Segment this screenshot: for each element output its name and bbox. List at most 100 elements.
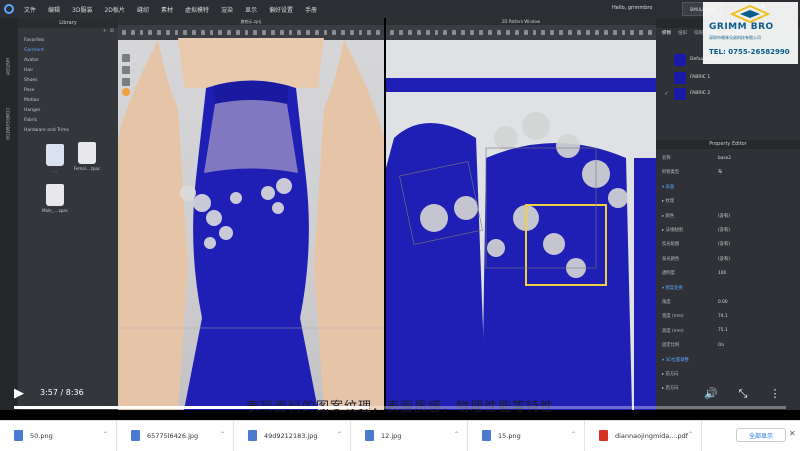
property-editor-title: Property Editor [656, 140, 800, 149]
library-item[interactable]: Favorites [18, 36, 118, 46]
download-item[interactable]: 15.png ⌃ [468, 420, 585, 451]
chevron-up-icon[interactable]: ⌃ [571, 431, 576, 438]
library-thumb-female[interactable]: Femal....zpac [74, 142, 100, 172]
fabric-item-1[interactable]: FABRIC 1 [690, 75, 710, 80]
history-tab[interactable]: HISTORY [5, 58, 10, 75]
library-title: Library [18, 18, 118, 28]
menu-preferences[interactable]: 偏好设置 [263, 5, 299, 14]
property-row[interactable]: ▸ 前方向 [662, 370, 794, 378]
download-item[interactable]: 50.png ⌃ [0, 420, 117, 451]
library-item[interactable]: Avatar [18, 56, 118, 66]
library-item[interactable]: Motion [18, 96, 118, 106]
logo-mark-icon [730, 4, 770, 24]
library-item[interactable]: Shoes [18, 76, 118, 86]
pdf-file-icon [599, 430, 608, 441]
play-icon: ▶ [14, 386, 24, 401]
download-filename: diannaojingmida....pdf [615, 431, 689, 440]
library-list: Favorites Garment Avatar Hair Shoes Pose Motio… [18, 36, 118, 136]
property-value: On [718, 342, 725, 348]
image-file-icon [14, 430, 23, 441]
play-button[interactable]: ▶ [14, 386, 32, 402]
property-row[interactable]: 名称 base2 [662, 154, 794, 162]
library-item[interactable]: Garment [18, 46, 118, 56]
menu-materials[interactable]: 素材 [155, 5, 179, 14]
property-row[interactable]: ▾ 图案变换 [662, 284, 794, 292]
library-item[interactable]: Hanger [18, 106, 118, 116]
property-key: ▾ 3D位置调整 [662, 357, 689, 363]
property-key: 发光颜色 [662, 256, 680, 262]
property-row[interactable]: 高度 (mm) 75.1 [662, 327, 794, 335]
menu-display[interactable]: 显示 [239, 5, 263, 14]
menu-2d-pattern[interactable]: 2D板片 [98, 5, 130, 14]
property-row[interactable]: ▸ 法线贴图 (没有) [662, 226, 794, 234]
fabric-item-2[interactable]: FABRIC 2 [690, 91, 710, 96]
download-item[interactable]: 65775l6426.jpg ⌃ [117, 420, 234, 451]
menu-edit[interactable]: 编辑 [42, 5, 66, 14]
menu-3d-garment[interactable]: 3D服装 [66, 5, 98, 14]
chevron-up-icon[interactable]: ⌃ [337, 431, 342, 438]
download-items: 50.png ⌃ 65775l6426.jpg ⌃ 49d9212183.jpg ⌃ 12.… [0, 420, 702, 451]
menu-manual[interactable]: 手册 [299, 5, 323, 14]
library-panel: Library + ⊞ Favorites Garment Avatar Hair Sh… [18, 18, 118, 410]
property-row[interactable]: 固定比例 On [662, 341, 794, 349]
configurator-tab[interactable]: CONFIGURATOR [5, 108, 10, 140]
property-key: 反光贴图 [662, 242, 680, 248]
chevron-up-icon[interactable]: ⌃ [688, 431, 693, 438]
tab-fabric[interactable]: 织物 [662, 30, 671, 36]
close-download-bar-icon[interactable]: ✕ [789, 429, 796, 438]
property-value: 100 [718, 270, 727, 276]
property-row[interactable]: ▾ 3D位置调整 [662, 356, 794, 364]
property-row[interactable]: ▸ 纹理 [662, 197, 794, 205]
property-row[interactable]: 宽度 (mm) 74.1 [662, 312, 794, 320]
property-row[interactable]: 角度 0.00 [662, 298, 794, 306]
menu-sewing[interactable]: 缝纫 [131, 5, 155, 14]
library-thumb-male[interactable]: Male_....zpac [42, 184, 68, 214]
chevron-up-icon[interactable]: ⌃ [103, 431, 108, 438]
library-item[interactable]: Fabric [18, 116, 118, 126]
download-item[interactable]: 12.jpg ⌃ [351, 420, 468, 451]
property-row[interactable]: 反光贴图 (没有) [662, 240, 794, 248]
fabric-swatch[interactable] [674, 72, 686, 84]
library-item[interactable]: Hardware and Trims [18, 126, 118, 136]
property-row[interactable]: ▸ 颜色 (没有) [662, 212, 794, 220]
download-item[interactable]: 49d9212183.jpg ⌃ [234, 420, 351, 451]
chevron-up-icon[interactable]: ⌃ [454, 431, 459, 438]
property-row[interactable]: 织物类型 布 [662, 168, 794, 176]
property-row[interactable]: 发光颜色 (没有) [662, 255, 794, 263]
fullscreen-button[interactable]: ⤡ [735, 386, 751, 402]
volume-button[interactable]: 🔊 [703, 386, 719, 402]
menu-render[interactable]: 渲染 [215, 5, 239, 14]
tab-buttons[interactable]: 纽扣 [678, 30, 687, 36]
library-item[interactable]: Hair [18, 66, 118, 76]
library-thumb-folder[interactable]: ... [44, 144, 66, 174]
show-all-button[interactable]: 全部显示 [736, 428, 786, 442]
property-value: 74.1 [718, 313, 728, 319]
thumb-label: Male_....zpac [42, 208, 68, 213]
add-icon[interactable]: + [103, 28, 107, 36]
property-value: (没有) [718, 213, 730, 219]
image-file-icon [365, 430, 374, 441]
property-row[interactable]: 透明度 100 [662, 269, 794, 277]
grid-icon[interactable]: ⊞ [110, 28, 114, 36]
fabric-swatch[interactable] [674, 54, 686, 66]
menu-avatar[interactable]: 虚拟模特 [179, 5, 215, 14]
tab-buttonholes[interactable]: 扣眼 [694, 30, 703, 36]
menu-file[interactable]: 文件 [18, 5, 42, 14]
video-player[interactable]: 文件 编辑 3D服装 2D板片 缝纫 素材 虚拟模特 渲染 显示 偏好设置 手册… [0, 0, 800, 420]
chevron-up-icon[interactable]: ⌃ [220, 431, 225, 438]
fabric-swatch[interactable] [674, 88, 686, 100]
progress-bar[interactable] [14, 406, 786, 409]
app-logo-icon [0, 0, 18, 18]
download-filename: 12.jpg [381, 431, 402, 440]
3d-garment-window[interactable]: 旗袍示.zprj [118, 18, 384, 410]
property-value: base2 [718, 155, 731, 161]
property-key: 织物类型 [662, 170, 680, 176]
2d-pattern-window[interactable]: 2D Pattern Window [386, 18, 656, 410]
property-key: ▸ 纹理 [662, 199, 675, 205]
property-value: 0.00 [718, 299, 728, 305]
library-tools: + ⊞ [18, 28, 118, 36]
download-item[interactable]: diannaojingmida....pdf ⌃ [585, 420, 702, 451]
more-options-button[interactable]: ⋮ [767, 386, 783, 402]
library-item[interactable]: Pose [18, 86, 118, 96]
property-row[interactable]: ▾ 表面 [662, 183, 794, 191]
